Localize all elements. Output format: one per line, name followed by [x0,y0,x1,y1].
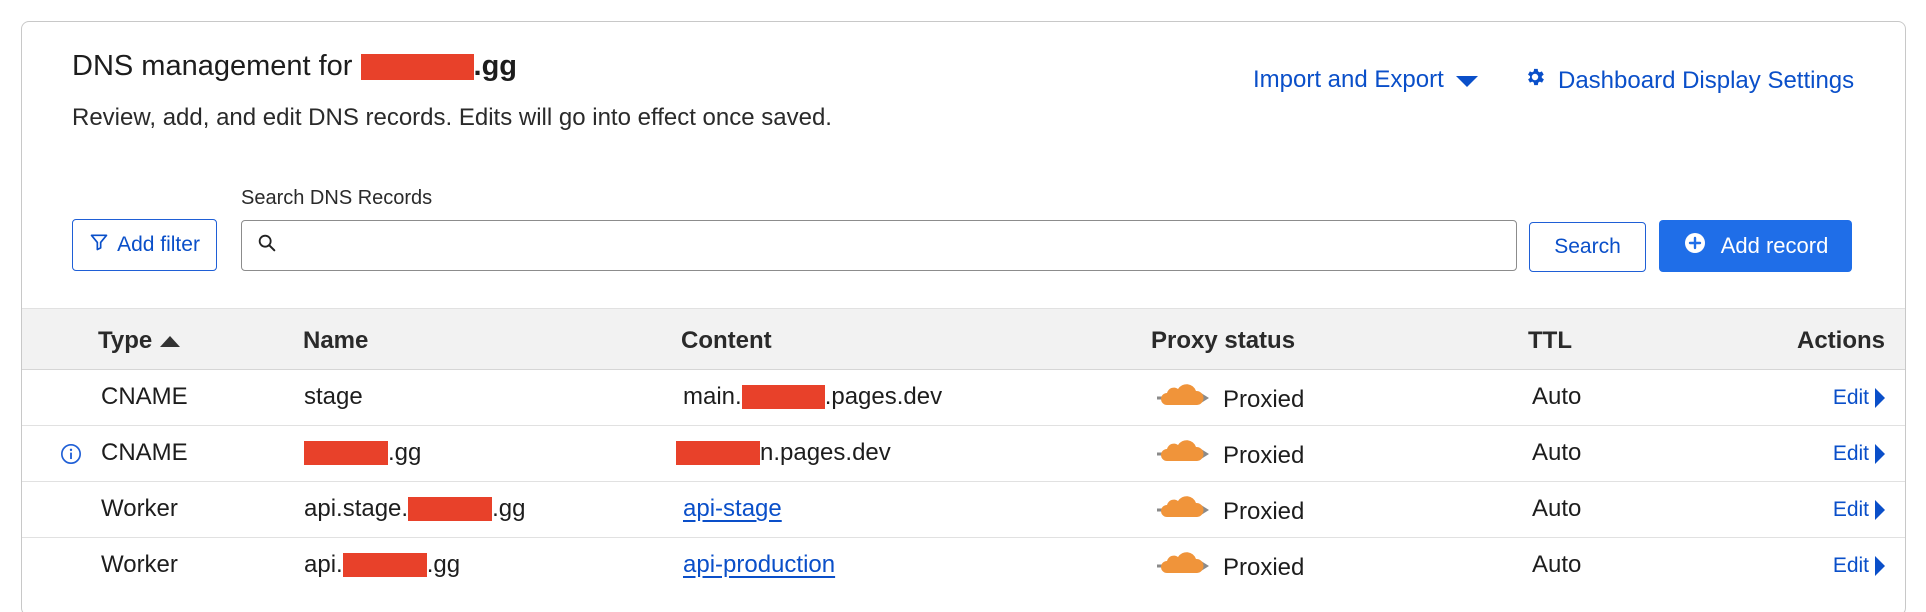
edit-label: Edit [1832,386,1869,409]
table-header: Type Name Content Proxy status TTL Actio… [22,308,1905,370]
edit-record-button[interactable]: Edit [1833,442,1885,466]
proxy-status: Proxied [1155,495,1304,528]
record-name-suffix: .gg [492,495,526,522]
search-button[interactable]: Search [1529,222,1646,272]
record-content-suffix: n.pages.dev [760,439,891,466]
proxy-status-label: Proxied [1223,497,1305,525]
proxied-cloud-icon [1155,551,1213,584]
record-name-suffix: .gg [426,551,461,578]
proxy-status-label: Proxied [1223,385,1305,413]
edit-record-button[interactable]: Edit [1833,498,1885,522]
dashboard-display-settings-link[interactable]: Dashboard Display Settings [1524,66,1854,95]
record-name-prefix: api.stage. [304,495,409,522]
column-header-proxy-status[interactable]: Proxy status [1151,327,1295,355]
record-ttl: Auto [1532,383,1582,410]
table-row: Worker api. .gg api-production Proxied Au… [22,538,1905,594]
page-subtitle: Review, add, and edit DNS records. Edits… [72,104,832,131]
table-row: CNAME stage main. .pages.dev Proxied Auto… [22,370,1905,426]
column-header-type-label: Type [98,327,153,354]
record-content: api-production [683,551,835,579]
record-content-prefix: main. [683,383,742,410]
worker-link-api-production[interactable]: api-production [683,551,835,579]
proxied-cloud-icon [1155,439,1213,472]
worker-link-api-stage[interactable]: api-stage [683,495,782,523]
caret-right-icon [1875,388,1885,408]
table-row: Worker api.stage. .gg api-stage Proxied A… [22,482,1905,538]
dns-management-card: DNS management for .gg Review, add, and … [21,21,1906,612]
table-row: CNAME .gg n.pages.dev Proxied Auto Edit [22,426,1905,482]
plus-circle-icon [1683,231,1707,261]
caret-right-icon [1875,556,1885,576]
redacted-block [741,385,825,409]
proxied-cloud-icon [1155,495,1213,528]
record-name-text: stage [304,383,363,410]
caret-down-icon [1455,75,1478,87]
search-icon [256,232,278,259]
record-content-suffix: .pages.dev [824,383,943,410]
record-ttl: Auto [1532,495,1582,522]
title-prefix: DNS management for [72,50,361,82]
column-header-type[interactable]: Type [98,327,181,355]
edit-label: Edit [1832,442,1869,465]
import-export-dropdown[interactable]: Import and Export [1253,66,1478,94]
add-record-button[interactable]: Add record [1659,220,1852,272]
dashboard-display-settings-label: Dashboard Display Settings [1558,66,1855,94]
column-header-name[interactable]: Name [303,327,368,355]
title-domain: .gg [360,50,518,82]
edit-label: Edit [1832,554,1869,577]
title-domain-suffix: .gg [473,50,518,82]
filter-icon [89,232,109,258]
proxy-status: Proxied [1155,383,1304,416]
record-name: .gg [304,439,421,467]
record-type: CNAME [101,383,188,410]
record-content: n.pages.dev [676,439,891,467]
proxied-cloud-icon [1155,383,1213,416]
caret-right-icon [1875,500,1885,520]
record-name-prefix: api. [304,551,343,578]
column-header-actions: Actions [1796,327,1885,354]
column-header-ttl[interactable]: TTL [1528,327,1572,355]
record-ttl: Auto [1532,439,1582,466]
record-name-suffix: .gg [388,439,422,466]
redacted-block [360,54,474,81]
column-header-content[interactable]: Content [681,327,772,355]
gear-icon [1524,66,1546,95]
redacted-block [408,497,493,521]
proxy-status: Proxied [1155,551,1304,584]
info-icon[interactable] [60,443,82,470]
record-name: api.stage. .gg [304,495,525,523]
proxy-status: Proxied [1155,439,1304,472]
caret-right-icon [1875,444,1885,464]
edit-label: Edit [1832,498,1869,521]
redacted-block [676,441,760,465]
record-content: main. .pages.dev [683,383,942,411]
proxy-status-label: Proxied [1223,553,1305,581]
redacted-block [304,441,388,465]
record-content: api-stage [683,495,782,523]
add-filter-label: Add filter [117,233,200,256]
search-input[interactable] [288,221,1516,270]
edit-record-button[interactable]: Edit [1833,386,1885,410]
proxy-status-label: Proxied [1223,441,1305,469]
add-filter-button[interactable]: Add filter [72,219,217,271]
add-record-label: Add record [1720,233,1829,258]
record-name: api. .gg [304,551,460,579]
page-title: DNS management for .gg [72,50,517,83]
record-ttl: Auto [1532,551,1582,578]
record-type: Worker [101,551,178,578]
import-export-label: Import and Export [1253,66,1444,93]
search-box [241,220,1517,271]
sort-ascending-icon [160,335,181,347]
record-type: Worker [101,495,178,522]
record-type: CNAME [101,439,188,466]
redacted-block [342,553,427,577]
search-dns-records-label: Search DNS Records [241,187,433,209]
record-name: stage [304,383,363,411]
edit-record-button[interactable]: Edit [1833,554,1885,578]
